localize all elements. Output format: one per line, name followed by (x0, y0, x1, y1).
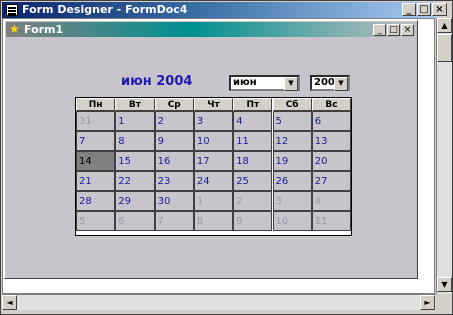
day-cell[interactable]: 12 (272, 131, 312, 151)
vertical-scrollbar[interactable]: ▲ ▼ (436, 18, 452, 294)
scroll-up-button[interactable]: ▲ (437, 18, 452, 33)
day-cell[interactable]: 26 (272, 171, 312, 191)
day-cell[interactable]: 2 (154, 111, 194, 131)
day-cell[interactable]: 4 (233, 111, 273, 131)
day-cell[interactable]: 17 (193, 151, 234, 171)
day-cell[interactable]: 24 (193, 171, 234, 191)
vertical-scroll-thumb[interactable] (437, 34, 452, 62)
day-cell[interactable]: 5 (272, 111, 312, 131)
day-cell[interactable]: 10 (193, 131, 234, 151)
day-cell[interactable]: 28 (76, 191, 116, 211)
calendar-month-year-label: июн 2004 (121, 74, 193, 89)
month-select[interactable]: июн ▼ (229, 75, 300, 91)
day-cell[interactable]: 4 (311, 191, 352, 211)
day-cell[interactable]: 19 (272, 151, 312, 171)
day-cell[interactable]: 11 (311, 211, 352, 231)
weekday-header: Вс (311, 98, 352, 111)
day-cell[interactable]: 30 (154, 191, 194, 211)
scroll-down-button[interactable]: ▼ (437, 277, 452, 292)
day-cell[interactable]: 1 (193, 191, 234, 211)
day-cell[interactable]: 3 (272, 191, 312, 211)
day-cell[interactable]: 23 (154, 171, 194, 191)
horizontal-scrollbar[interactable]: ◄ ► (2, 294, 436, 310)
weekday-header: Сб (272, 98, 312, 111)
day-cell[interactable]: 13 (311, 131, 352, 151)
day-cell[interactable]: 16 (154, 151, 194, 171)
window-close-button[interactable]: × (432, 3, 447, 16)
weekday-header: Вт (115, 98, 155, 111)
day-cell[interactable]: 11 (233, 131, 273, 151)
form1-title: Form1 (24, 23, 64, 36)
window-titlebar[interactable]: Form Designer - FormDoc4 (2, 2, 436, 18)
day-cell[interactable]: 29 (115, 191, 155, 211)
selected-day-cell[interactable]: 14 (76, 151, 116, 171)
day-cell[interactable]: 6 (311, 111, 352, 131)
scroll-left-button[interactable]: ◄ (2, 295, 17, 310)
day-cell[interactable]: 25 (233, 171, 273, 191)
year-select[interactable]: 2004 ▼ (310, 75, 350, 91)
day-cell[interactable]: 20 (311, 151, 352, 171)
day-cell[interactable]: 1 (115, 111, 155, 131)
day-cell[interactable]: 9 (233, 211, 273, 231)
scroll-right-button[interactable]: ► (420, 295, 435, 310)
weekday-header: Ср (154, 98, 194, 111)
form-minimize-button[interactable]: _ (373, 24, 386, 36)
day-cell[interactable]: 18 (233, 151, 273, 171)
form-designer-icon (6, 4, 18, 16)
day-cell[interactable]: 9 (154, 131, 194, 151)
weekday-header: Пт (233, 98, 273, 111)
chevron-down-icon[interactable]: ▼ (284, 77, 298, 91)
day-cell[interactable]: 8 (115, 131, 155, 151)
scrollbar-corner (436, 294, 452, 310)
window-maximize-button[interactable]: □ (417, 3, 431, 16)
form1-titlebar[interactable]: Form1 (6, 22, 416, 37)
day-cell[interactable]: 6 (115, 211, 155, 231)
day-cell[interactable]: 2 (233, 191, 273, 211)
day-cell[interactable]: 15 (115, 151, 155, 171)
month-select-value: июн (233, 77, 257, 88)
day-cell[interactable]: 7 (76, 131, 116, 151)
window-minimize-button[interactable]: _ (402, 3, 416, 16)
day-cell[interactable]: 22 (115, 171, 155, 191)
day-cell[interactable]: 10 (272, 211, 312, 231)
weekday-header: Пн (76, 98, 116, 111)
form-close-button[interactable]: × (401, 24, 414, 36)
day-cell[interactable]: 31 (76, 111, 116, 131)
day-cell[interactable]: 3 (193, 111, 234, 131)
form-maximize-button[interactable]: □ (387, 24, 400, 36)
day-cell[interactable]: 5 (76, 211, 116, 231)
chevron-down-icon[interactable]: ▼ (334, 77, 348, 91)
day-cell[interactable]: 8 (193, 211, 234, 231)
form-icon: ★ (9, 22, 20, 36)
day-cell[interactable]: 7 (154, 211, 194, 231)
weekday-header: Чт (193, 98, 234, 111)
day-cell[interactable]: 27 (311, 171, 352, 191)
window-title: Form Designer - FormDoc4 (22, 3, 188, 16)
day-cell[interactable]: 21 (76, 171, 116, 191)
